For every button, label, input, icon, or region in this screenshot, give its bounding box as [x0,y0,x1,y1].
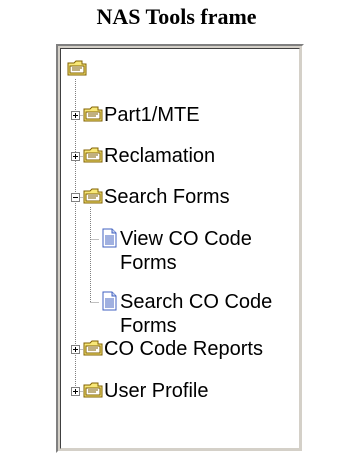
tree-item-label: View CO Code Forms [120,228,252,274]
tree-panel: Part1/MTE Reclamation Search Forms View … [60,48,300,449]
tree-item-label: Reclamation [104,145,216,167]
expand-toggle-part1-mte[interactable] [71,111,80,120]
tree-item-search-forms[interactable]: Search Forms [83,185,230,209]
document-icon [102,228,117,248]
folder-icon [83,382,103,398]
navigation-tree: Part1/MTE Reclamation Search Forms View … [61,49,299,448]
tree-item-search-co-code-forms[interactable]: Search CO Code Forms [99,290,272,338]
folder-icon [83,106,103,122]
tree-item-part1-mte[interactable]: Part1/MTE [83,103,200,127]
tree-root[interactable] [67,57,88,78]
tree-item-user-profile[interactable]: User Profile [83,379,208,403]
expand-toggle-co-code-reports[interactable] [71,345,80,354]
folder-icon [83,147,103,163]
tree-item-label: Search CO Code Forms [120,291,273,337]
plus-toggle-icon [73,113,78,118]
plus-toggle-icon [73,347,78,352]
tree-item-label: Part1/MTE [104,104,200,126]
folder-icon [67,60,87,76]
folder-icon [83,188,103,204]
minus-toggle-icon [73,197,78,198]
tree-item-label: CO Code Reports [104,338,263,360]
expand-toggle-reclamation[interactable] [71,152,80,161]
folder-icon [83,340,103,356]
plus-toggle-icon [73,389,78,394]
tree-item-label: User Profile [104,380,209,402]
expand-toggle-user-profile[interactable] [71,387,80,396]
tree-item-view-co-code-forms[interactable]: View CO Code Forms [99,227,252,275]
tree-item-label: Search Forms [104,186,230,208]
page-title: NAS Tools frame [96,4,257,29]
tree-item-co-code-reports[interactable]: CO Code Reports [83,337,263,361]
tree-item-reclamation[interactable]: Reclamation [83,144,215,168]
plus-toggle-icon [73,154,78,159]
nas-tools-frame: Part1/MTE Reclamation Search Forms View … [56,44,304,453]
document-icon [102,291,117,311]
collapse-toggle-search-forms[interactable] [71,193,80,202]
